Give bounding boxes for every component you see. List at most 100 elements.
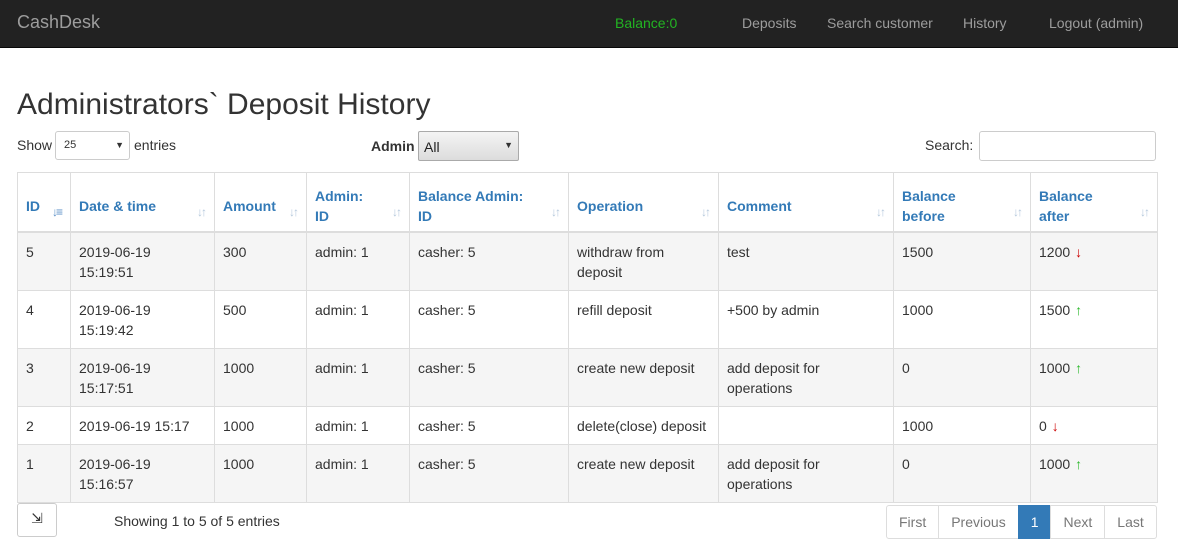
arrow-down-icon: ↓ xyxy=(1075,243,1083,260)
cell-amount: 1000 xyxy=(214,405,307,445)
cell-balance-before: 1500 xyxy=(893,231,1031,291)
cell-balance-before: 0 xyxy=(893,347,1031,407)
cell-balance-admin-id: casher: 5 xyxy=(409,231,569,291)
col-header-balance-before[interactable]: Balance before ↓↑ xyxy=(893,172,1031,233)
cell-balance-before: 0 xyxy=(893,443,1031,503)
cell-comment: add deposit for operations xyxy=(718,443,894,503)
cell-balance-after: 1200 ↓ xyxy=(1030,231,1158,291)
page-first-button[interactable]: First xyxy=(886,505,940,539)
cell-operation: create new deposit xyxy=(568,347,719,407)
arrow-up-icon: ↑ xyxy=(1075,455,1083,472)
cell-balance-admin-id: casher: 5 xyxy=(409,347,569,407)
col-header-admin-id[interactable]: Admin: ID ↓↑ xyxy=(306,172,410,233)
sort-icon: ↓↑ xyxy=(551,204,561,219)
arrow-up-icon: ↑ xyxy=(1075,301,1083,318)
col-header-balance-after[interactable]: Balance after ↓↑ xyxy=(1030,172,1158,233)
cell-comment: test xyxy=(718,231,894,291)
cell-balance-after: 1000 ↑ xyxy=(1030,347,1158,407)
col-header-operation[interactable]: Operation ↓↑ xyxy=(568,172,719,233)
chevron-down-icon: ▼ xyxy=(504,140,513,150)
show-label: Show xyxy=(17,137,53,153)
cell-amount: 500 xyxy=(214,289,307,349)
nav-search-customer[interactable]: Search customer xyxy=(827,15,933,31)
cell-date: 2019-06-19 15:19:51 xyxy=(70,231,215,291)
sort-icon: ↓↑ xyxy=(1140,204,1150,219)
entries-length-select[interactable]: 25 ▼ xyxy=(55,131,130,160)
cell-date: 2019-06-19 15:16:57 xyxy=(70,443,215,503)
col-header-date[interactable]: Date & time ↓↑ xyxy=(70,172,215,233)
col-header-amount[interactable]: Amount ↓↑ xyxy=(214,172,307,233)
cell-date: 2019-06-19 15:17 xyxy=(70,405,215,445)
arrow-down-icon: ↓ xyxy=(1051,417,1059,434)
nav-history[interactable]: History xyxy=(963,15,1007,31)
sort-icon: ↓↑ xyxy=(701,204,711,219)
sort-icon: ↓↑ xyxy=(392,204,402,219)
table-row: 5 2019-06-19 15:19:51 300 admin: 1 casher: 5w… xyxy=(17,231,1158,291)
cell-id: 3 xyxy=(17,347,71,407)
admin-filter-select[interactable]: All ▼ xyxy=(418,131,519,161)
nav-logout[interactable]: Logout (admin) xyxy=(1049,15,1143,31)
table-row: 2 2019-06-19 15:17 1000 admin: 1 casher: 5 de… xyxy=(17,405,1158,445)
cell-admin-id: admin: 1 xyxy=(306,347,410,407)
cell-comment: add deposit for operations xyxy=(718,347,894,407)
search-input[interactable] xyxy=(979,131,1156,161)
cell-admin-id: admin: 1 xyxy=(306,231,410,291)
page-last-button[interactable]: Last xyxy=(1104,505,1157,539)
cell-balance-admin-id: casher: 5 xyxy=(409,405,569,445)
nav-deposits[interactable]: Deposits xyxy=(742,15,796,31)
col-header-id[interactable]: ID ↓≡ xyxy=(17,172,71,233)
col-header-comment[interactable]: Comment ↓↑ xyxy=(718,172,894,233)
export-button[interactable]: ⇲ xyxy=(17,503,57,537)
table-row: 1 2019-06-19 15:16:57 1000 admin: 1 casher: 5… xyxy=(17,443,1158,503)
cell-comment xyxy=(718,405,894,445)
admin-filter-label: Admin xyxy=(371,138,415,154)
cell-id: 2 xyxy=(17,405,71,445)
search-label: Search: xyxy=(925,137,974,153)
top-navbar: CashDesk Balance:0 Deposits Search custo… xyxy=(0,0,1178,48)
page-1-button[interactable]: 1 xyxy=(1017,505,1052,539)
cell-operation: delete(close) deposit xyxy=(568,405,719,445)
arrow-up-icon: ↑ xyxy=(1075,359,1083,376)
cell-comment: +500 by admin xyxy=(718,289,894,349)
deposit-history-table: ID ↓≡ Date & time ↓↑ Amount ↓↑ Admin: ID ↓↑ B… xyxy=(17,172,1158,503)
sort-icon: ↓↑ xyxy=(197,204,207,219)
table-info: Showing 1 to 5 of 5 entries xyxy=(114,513,280,529)
cell-admin-id: admin: 1 xyxy=(306,443,410,503)
cell-balance-after: 1000 ↑ xyxy=(1030,443,1158,503)
cell-balance-admin-id: casher: 5 xyxy=(409,443,569,503)
entries-length-value: 25 xyxy=(64,139,77,151)
table-row: 3 2019-06-19 15:17:51 1000 admin: 1 casher: 5… xyxy=(17,347,1158,407)
table-row: 4 2019-06-19 15:19:42 500 admin: 1 casher: 5r… xyxy=(17,289,1158,349)
cell-operation: create new deposit xyxy=(568,443,719,503)
chevron-down-icon: ▼ xyxy=(115,140,124,150)
sort-icon: ↓↑ xyxy=(289,204,299,219)
page-next-button[interactable]: Next xyxy=(1050,505,1106,539)
cell-admin-id: admin: 1 xyxy=(306,289,410,349)
export-icon: ⇲ xyxy=(31,510,43,526)
cell-balance-after: 1500 ↑ xyxy=(1030,289,1158,349)
cell-operation: withdraw from deposit xyxy=(568,231,719,291)
cell-balance-admin-id: casher: 5 xyxy=(409,289,569,349)
cell-id: 4 xyxy=(17,289,71,349)
balance-indicator: Balance:0 xyxy=(615,15,678,31)
sort-icon: ↓↑ xyxy=(876,204,886,219)
pagination: First Previous 1 Next Last xyxy=(886,505,1157,539)
sort-icon: ↓↑ xyxy=(1013,204,1023,219)
cell-amount: 1000 xyxy=(214,443,307,503)
cell-amount: 300 xyxy=(214,231,307,291)
cell-balance-before: 1000 xyxy=(893,289,1031,349)
col-header-balance-admin-id[interactable]: Balance Admin: ID ↓↑ xyxy=(409,172,569,233)
admin-filter-value: All xyxy=(424,139,440,155)
cell-date: 2019-06-19 15:17:51 xyxy=(70,347,215,407)
brand-logo[interactable]: CashDesk xyxy=(17,12,100,33)
cell-admin-id: admin: 1 xyxy=(306,405,410,445)
entries-label: entries xyxy=(134,137,177,153)
cell-id: 1 xyxy=(17,443,71,503)
page-previous-button[interactable]: Previous xyxy=(938,505,1019,539)
cell-date: 2019-06-19 15:19:42 xyxy=(70,289,215,349)
cell-balance-before: 1000 xyxy=(893,405,1031,445)
cell-id: 5 xyxy=(17,231,71,291)
cell-operation: refill deposit xyxy=(568,289,719,349)
cell-amount: 1000 xyxy=(214,347,307,407)
sort-desc-icon: ↓≡ xyxy=(51,204,63,219)
